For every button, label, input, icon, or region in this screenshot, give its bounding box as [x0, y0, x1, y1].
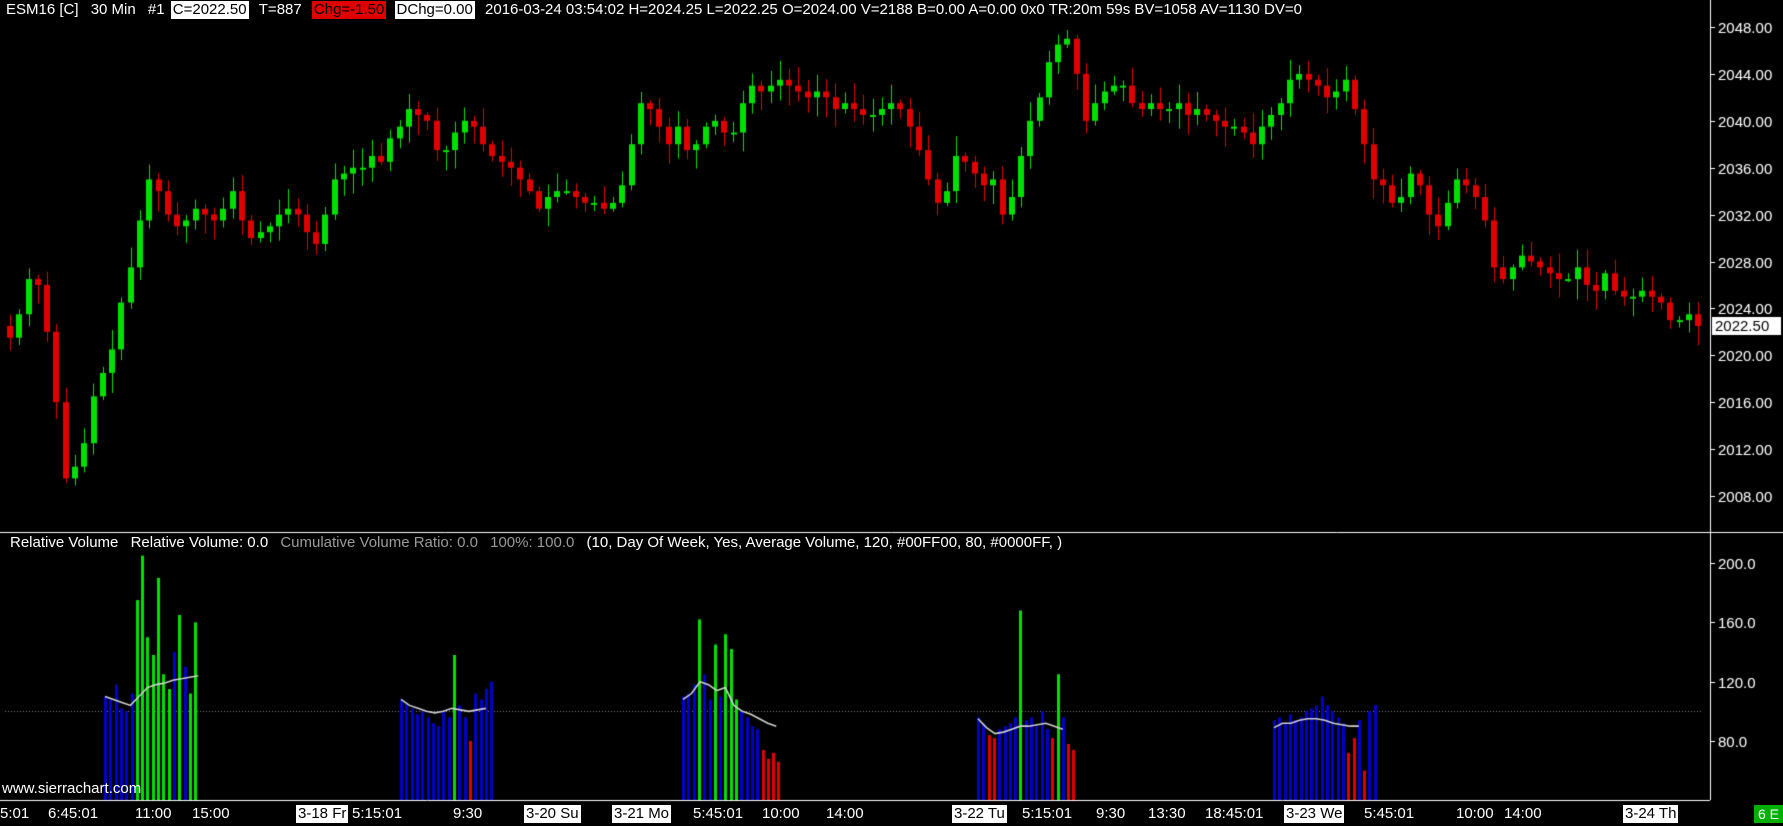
close-value: C=2022.50 — [170, 1, 249, 19]
dchange-value: DChg=0.00 — [394, 1, 475, 19]
x-axis-label: 14:00 — [826, 805, 864, 822]
price-chart-canvas[interactable] — [0, 0, 1783, 826]
cumulative-ratio-value: Cumulative Volume Ratio: 0.0 — [280, 534, 478, 551]
x-axis-label: 3-24 Th — [1623, 805, 1679, 823]
x-axis-label: 6:45:01 — [48, 805, 99, 822]
x-axis-label: 5:45:01 — [1364, 805, 1415, 822]
study-name: Relative Volume — [10, 534, 119, 551]
study-header: Relative Volume Relative Volume: 0.0 Cum… — [10, 534, 1070, 552]
relative-volume-value: Relative Volume: 0.0 — [130, 534, 269, 551]
x-axis-label: 9:30 — [1096, 805, 1126, 822]
study-params: (10, Day Of Week, Yes, Average Volume, 1… — [586, 534, 1063, 551]
x-axis-label: 5:15:01 — [1022, 805, 1073, 822]
corner-tag[interactable]: 6 E — [1753, 805, 1783, 823]
x-axis-label: 10:00 — [762, 805, 800, 822]
bar-details: 2016-03-24 03:54:02 H=2024.25 L=2022.25 … — [485, 1, 1302, 18]
x-axis-label: 13:30 — [1148, 805, 1186, 822]
x-axis-label: 18:45:01 — [1205, 805, 1264, 822]
change-value: Chg=-1.50 — [311, 1, 387, 19]
x-axis-label: 3-23 We — [1284, 805, 1345, 823]
x-axis-label: 3-22 Tu — [952, 805, 1007, 823]
x-axis-label: 5:15:01 — [352, 805, 403, 822]
trades-value: T=887 — [258, 1, 302, 18]
x-axis-label: 5:45:01 — [693, 805, 744, 822]
x-axis-label: 14:00 — [1504, 805, 1542, 822]
interval-label: 30 Min — [90, 1, 136, 18]
x-axis-label: 3-21 Mo — [612, 805, 672, 823]
x-axis-label: 9:30 — [453, 805, 483, 822]
x-axis-label: 3-18 Fr — [296, 805, 349, 823]
watermark: www.sierrachart.com — [2, 780, 142, 797]
x-axis-label: 3-20 Su — [524, 805, 581, 823]
symbol-label: ESM16 [C] — [6, 1, 79, 18]
x-axis-label: 15:00 — [192, 805, 230, 822]
chart-header: ESM16 [C] 30 Min #1 C=2022.50 T=887 Chg=… — [4, 1, 1308, 19]
x-axis-label: 10:00 — [1456, 805, 1494, 822]
x-axis-label: 5:01 — [0, 805, 30, 822]
x-axis-label: 11:00 — [135, 805, 172, 822]
chart-number: #1 — [147, 1, 165, 18]
hundred-pct-value: 100%: 100.0 — [490, 534, 575, 551]
